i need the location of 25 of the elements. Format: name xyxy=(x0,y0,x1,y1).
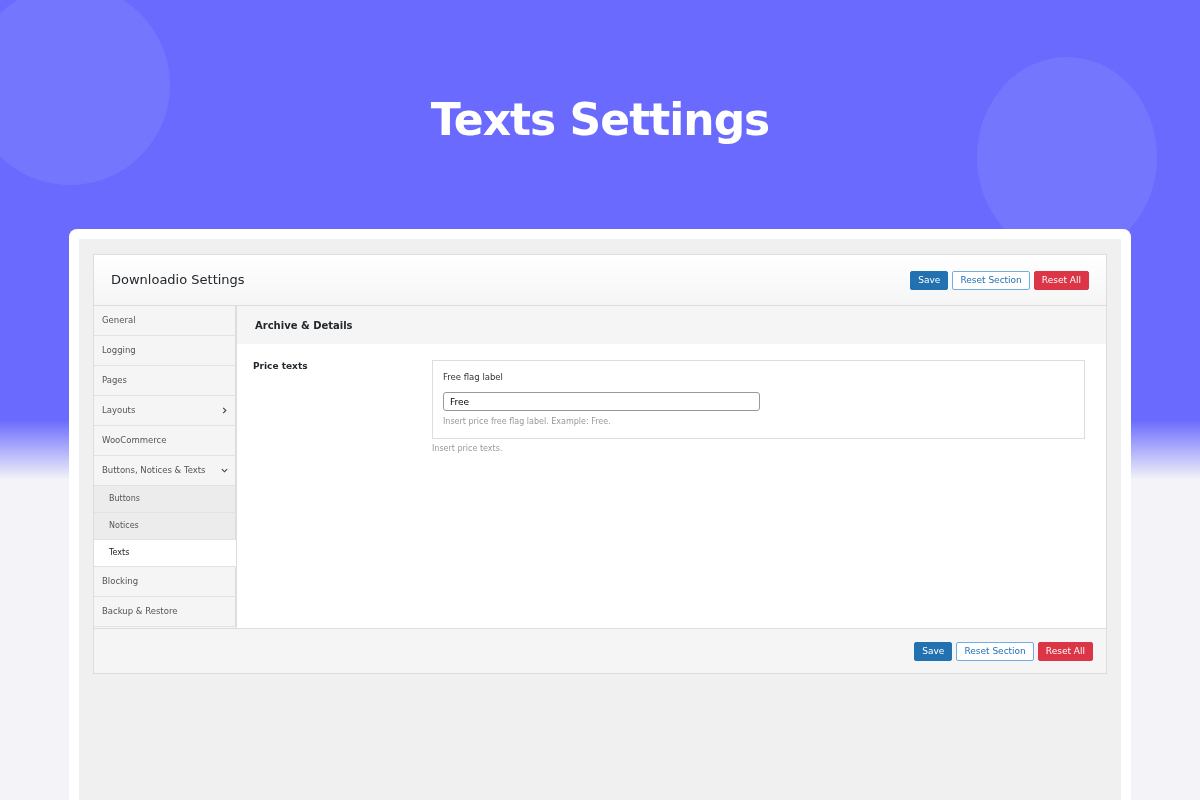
reset-section-button[interactable]: Reset Section xyxy=(956,641,1034,661)
field-description: Insert price free flag label. Example: Free. xyxy=(443,415,612,428)
text-input-field[interactable]: Free xyxy=(443,392,760,412)
sidebar-item[interactable]: Logging xyxy=(94,336,236,366)
field-description: Insert price texts. xyxy=(432,442,504,455)
save-button[interactable]: Save xyxy=(910,270,949,290)
reset-all-button[interactable]: Reset All xyxy=(1037,641,1093,661)
sidebar-item[interactable]: General xyxy=(94,306,236,336)
sidebar-item[interactable]: Layouts xyxy=(94,396,236,426)
field-label: Price texts xyxy=(253,360,309,373)
reset-section-button[interactable]: Reset Section xyxy=(952,270,1030,290)
sidebar-subitem[interactable]: Buttons xyxy=(94,486,236,513)
sidebar-item[interactable]: Buttons, Notices & Texts xyxy=(94,456,236,486)
settings-title: Downloadio Settings xyxy=(111,271,245,290)
sidebar-subitem[interactable]: Notices xyxy=(94,513,236,540)
input-label: Free flag label xyxy=(443,371,504,384)
section-title: Archive & Details xyxy=(237,306,1106,344)
reset-all-button[interactable]: Reset All xyxy=(1033,270,1089,290)
banner-title: Texts Settings xyxy=(430,98,770,147)
sidebar-item[interactable]: WooCommerce xyxy=(94,426,236,456)
save-button[interactable]: Save xyxy=(914,641,953,661)
sidebar-item[interactable]: Backup & Restore xyxy=(94,597,236,627)
sidebar-item[interactable]: Pages xyxy=(94,366,236,396)
sidebar-item[interactable]: Blocking xyxy=(94,567,236,597)
sidebar-subitem[interactable]: Texts xyxy=(94,540,236,567)
